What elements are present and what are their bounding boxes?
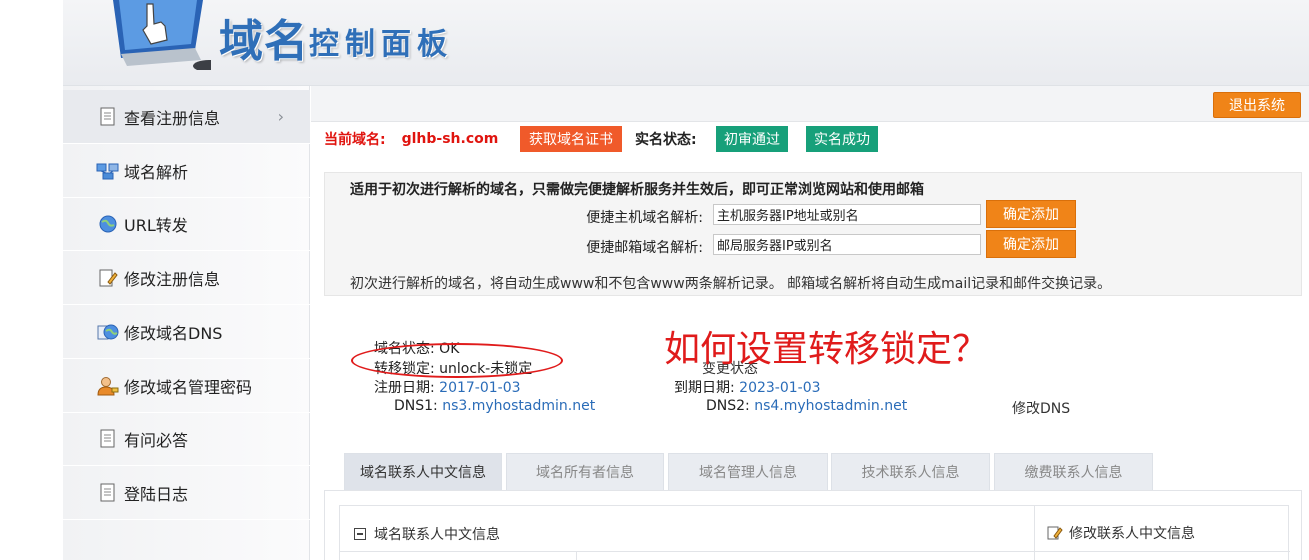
registration-date-label: 注册日期:	[374, 380, 435, 396]
get-certificate-button[interactable]: 获取域名证书	[520, 126, 622, 152]
document-icon	[96, 482, 120, 504]
top-bar: 退出系统	[311, 86, 1309, 122]
document-icon	[96, 106, 120, 128]
sidebar-item-modify-password[interactable]: 修改域名管理密码	[63, 359, 310, 413]
quick-resolve-title: 适用于初次进行解析的域名，只需做完便捷解析服务并生效后，即可正常浏览网站和使用邮…	[350, 182, 924, 198]
status-badge-preliminary: 初审通过	[716, 126, 788, 152]
host-resolve-input[interactable]	[713, 204, 981, 225]
annotation-question: 如何设置转移锁定？	[664, 329, 989, 370]
registration-date-value: 2017-01-03	[439, 380, 521, 396]
host-resolve-label: 便捷主机域名解析:	[586, 210, 703, 226]
contact-panel-header: 域名联系人中文信息 修改联系人中文信息	[339, 505, 1290, 560]
brand-title: 域名 控制面板	[219, 10, 453, 70]
sidebar-item-faq[interactable]: 有问必答	[63, 412, 310, 466]
sidebar: 查看注册信息 › 域名解析 URL转发 修改注册信息 修改域名DNS 修改域名管…	[63, 86, 310, 560]
dns1-row: DNS1: ns3.myhostadmin.net	[394, 398, 595, 414]
tab-admin[interactable]: 域名管理人信息	[668, 453, 828, 490]
registration-date-row: 注册日期: 2017-01-03	[374, 377, 521, 397]
network-icon	[96, 160, 120, 182]
dns1-label: DNS1:	[394, 398, 438, 414]
tab-tech[interactable]: 技术联系人信息	[831, 453, 990, 490]
tab-billing[interactable]: 缴费联系人信息	[994, 453, 1153, 490]
tab-owner[interactable]: 域名所有者信息	[506, 453, 664, 490]
contact-panel-title: 域名联系人中文信息	[374, 527, 500, 543]
brand-small: 控制面板	[309, 27, 453, 62]
sidebar-item-label: 修改域名DNS	[124, 323, 223, 343]
real-name-status-label: 实名状态:	[635, 132, 697, 148]
mail-resolve-label: 便捷邮箱域名解析:	[586, 240, 703, 256]
host-add-button[interactable]: 确定添加	[986, 200, 1076, 228]
annotation-oval	[351, 343, 563, 378]
sidebar-item-view-registration[interactable]: 查看注册信息 ›	[63, 90, 310, 144]
quick-resolve-note: 初次进行解析的域名，将自动生成www和不包含www两条解析记录。 邮箱域名解析将…	[350, 276, 1112, 292]
current-domain-bar: 当前域名: glhb-sh.com 获取域名证书 实名状态: 初审通过 实名成功	[324, 126, 924, 152]
row-divider	[340, 551, 1290, 552]
sidebar-item-label: 修改注册信息	[124, 269, 221, 289]
contact-panel: 域名联系人中文信息 修改联系人中文信息	[324, 490, 1302, 560]
modify-dns-link[interactable]: 修改DNS	[1012, 398, 1070, 418]
column-divider	[576, 551, 577, 560]
edit-icon	[1047, 526, 1063, 540]
mail-resolve-input[interactable]	[713, 234, 981, 255]
monitor-hand-icon	[113, 0, 211, 70]
document-icon	[96, 428, 120, 450]
sidebar-item-label: 域名解析	[124, 162, 189, 182]
sidebar-item-label: URL转发	[124, 215, 188, 235]
host-resolve-row: 便捷主机域名解析: 确定添加	[325, 200, 1301, 229]
sidebar-item-edit-registration[interactable]: 修改注册信息	[63, 251, 310, 305]
brand-big: 域名	[219, 16, 309, 67]
sidebar-item-label: 修改域名管理密码	[124, 377, 253, 397]
logout-button[interactable]: 退出系统	[1213, 92, 1301, 118]
sidebar-item-modify-dns[interactable]: 修改域名DNS	[63, 305, 310, 359]
sidebar-item-login-log[interactable]: 登陆日志	[63, 466, 310, 520]
chevron-right-icon: ›	[277, 107, 284, 126]
mail-resolve-row: 便捷邮箱域名解析: 确定添加	[325, 230, 1301, 259]
dns1-value: ns3.myhostadmin.net	[442, 398, 596, 414]
sidebar-item-label: 登陆日志	[124, 484, 189, 504]
quick-resolve-box: 适用于初次进行解析的域名，只需做完便捷解析服务并生效后，即可正常浏览网站和使用邮…	[324, 172, 1302, 296]
current-domain-value: glhb-sh.com	[401, 131, 499, 147]
sidebar-item-label: 有问必答	[124, 430, 189, 450]
collapse-icon[interactable]	[354, 528, 366, 540]
contact-panel-title-row: 域名联系人中文信息	[354, 524, 500, 544]
expiry-date-value: 2023-01-03	[739, 380, 821, 396]
current-domain-label: 当前域名:	[324, 132, 386, 148]
dns2-row: DNS2: ns4.myhostadmin.net	[706, 398, 907, 414]
edit-contact-label: 修改联系人中文信息	[1069, 526, 1195, 542]
tab-contact-cn[interactable]: 域名联系人中文信息	[344, 453, 502, 490]
dns2-value: ns4.myhostadmin.net	[754, 398, 908, 414]
edit-document-icon	[96, 267, 120, 289]
status-badge-verified: 实名成功	[806, 126, 878, 152]
expiry-date-row: 到期日期: 2023-01-03	[674, 377, 821, 397]
sidebar-item-url-forward[interactable]: URL转发	[63, 197, 310, 251]
globe-icon	[96, 213, 120, 235]
mail-add-button[interactable]: 确定添加	[986, 230, 1076, 258]
sidebar-item-label: 查看注册信息	[124, 108, 221, 128]
dns2-label: DNS2:	[706, 398, 750, 414]
user-key-icon	[96, 375, 120, 397]
dns-globe-icon	[96, 321, 120, 343]
sidebar-item-dns-resolve[interactable]: 域名解析	[63, 144, 310, 198]
expiry-date-label: 到期日期:	[674, 380, 735, 396]
header-banner: 域名 控制面板	[63, 0, 1309, 86]
